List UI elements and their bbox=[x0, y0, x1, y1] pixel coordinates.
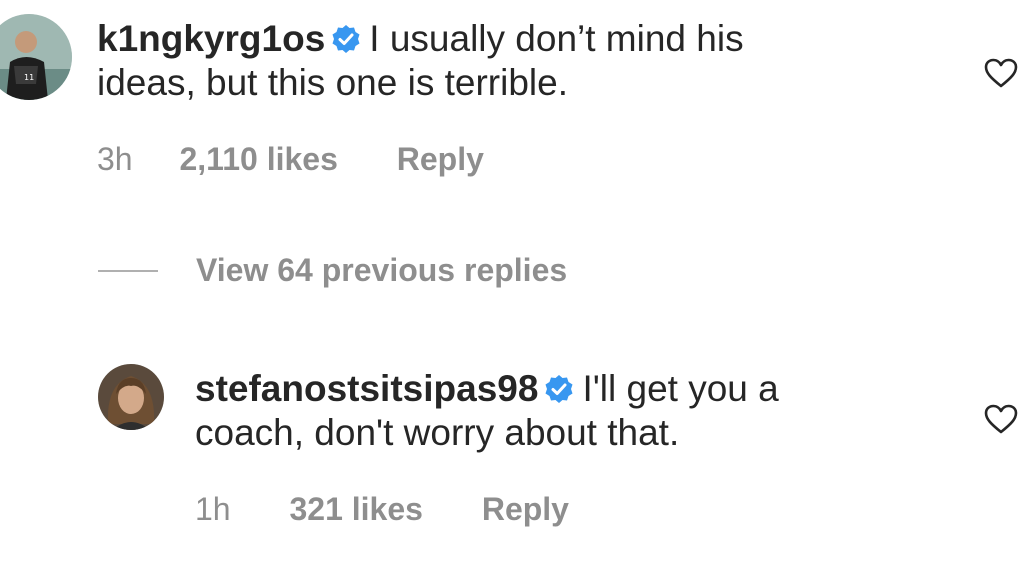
comment-body-part: I'll get you a bbox=[582, 368, 779, 409]
comment-meta: 3h 2,110 likes Reply bbox=[97, 141, 484, 177]
avatar-stefanostsitsipas[interactable] bbox=[98, 364, 164, 430]
comment-text: stefanostsitsipas98 I'll get you a coach,… bbox=[195, 367, 955, 455]
svg-text:11: 11 bbox=[24, 73, 34, 82]
reply-button[interactable]: Reply bbox=[397, 141, 484, 177]
comment-text: k1ngkyrg1os I usually don’t mind his idea… bbox=[97, 17, 917, 105]
reply-button[interactable]: Reply bbox=[482, 491, 569, 527]
comment-body-part: I usually don’t mind his bbox=[369, 18, 744, 59]
verified-badge-icon bbox=[331, 24, 361, 54]
comment-timestamp: 3h bbox=[97, 141, 133, 177]
view-previous-replies[interactable]: View 64 previous replies bbox=[98, 252, 567, 289]
heart-icon[interactable] bbox=[983, 57, 1019, 89]
avatar-kingkyrgios[interactable]: 11 bbox=[0, 14, 72, 100]
comment-line-2: coach, don't worry about that. bbox=[195, 412, 680, 453]
comment-timestamp: 1h bbox=[195, 491, 231, 527]
likes-count[interactable]: 321 likes bbox=[289, 491, 422, 527]
username[interactable]: stefanostsitsipas98 bbox=[195, 368, 538, 409]
comment-line-2: ideas, but this one is terrible. bbox=[97, 62, 568, 103]
basketball-player-avatar-icon: 11 bbox=[0, 14, 72, 100]
heart-icon[interactable] bbox=[983, 403, 1019, 435]
likes-count[interactable]: 2,110 likes bbox=[179, 141, 337, 177]
comment-meta: 1h 321 likes Reply bbox=[195, 491, 569, 527]
username[interactable]: k1ngkyrg1os bbox=[97, 18, 325, 59]
verified-badge-icon bbox=[544, 374, 574, 404]
comment-line-1: stefanostsitsipas98 I'll get you a bbox=[195, 367, 955, 411]
replies-divider-line bbox=[98, 269, 158, 272]
long-hair-person-avatar-icon bbox=[98, 364, 164, 430]
view-replies-label[interactable]: View 64 previous replies bbox=[196, 252, 567, 289]
comment-line-1: k1ngkyrg1os I usually don’t mind his bbox=[97, 17, 917, 61]
